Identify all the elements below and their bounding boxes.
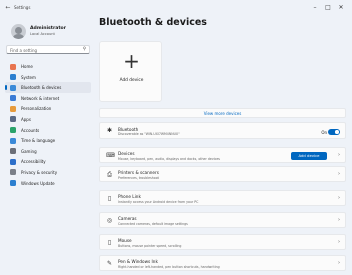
bluetooth-card: ✱ Bluetooth Discoverable as "WIN-UXI7WM4… [99,122,346,139]
search-input[interactable]: Find a setting ⚲ [6,45,90,54]
sidebar-item-system[interactable]: System [5,72,91,83]
sidebar-item-apps[interactable]: Apps [5,114,91,125]
profile-name: Administrator [30,26,66,31]
user-profile[interactable]: Administrator Local Account [11,24,91,40]
sidebar-item-label: System [21,74,36,80]
title-bar: ← Settings – □ ✕ [0,0,352,16]
mouse-card[interactable]: ▯ Mouse Buttons, mouse pointer speed, sc… [99,234,346,250]
sidebar-item-bluetooth-devices[interactable]: Bluetooth & devices [5,82,91,93]
sidebar-nav: Home System Bluetooth & devices Network & i… [5,61,91,188]
mouse-title: Mouse [118,238,132,243]
cameras-card[interactable]: ◎ Cameras Connected cameras, default ima… [99,212,346,228]
sidebar-item-label: Apps [21,116,31,122]
cameras-desc: Connected cameras, default image setting… [118,221,188,226]
camera-icon: ◎ [106,216,113,224]
add-device-tile[interactable]: + Add device [99,41,162,102]
chevron-right-icon: › [338,171,340,177]
pen-card[interactable]: ✎ Pen & Windows Ink Right-handed or left… [99,255,346,271]
bluetooth-state: On [321,129,327,135]
gamepad-icon [10,148,16,155]
app-title: Settings [14,5,31,10]
devices-card[interactable]: ⌨ Devices Mouse, keyboard, pen, audio, d… [99,147,346,163]
printer-icon: ⎙ [107,170,112,178]
profile-account-type: Local Account [30,32,55,36]
printers-title: Printers & scanners [118,170,159,175]
home-icon [10,63,16,70]
shield-icon [10,169,16,176]
search-icon: ⚲ [82,47,86,52]
bluetooth-toggle[interactable] [328,129,340,135]
pen-desc: Right-handed or left-handed, pen button … [118,264,220,269]
cameras-title: Cameras [118,216,137,221]
minimize-button[interactable]: – [310,3,320,12]
keyboard-icon: ⌨ [106,151,115,159]
sidebar-item-personalization[interactable]: Personalization [5,103,91,114]
pen-icon: ✎ [106,259,113,267]
sidebar-item-accounts[interactable]: Accounts [5,125,91,136]
phone-link-card[interactable]: ▯ Phone Link Instantly access your Andro… [99,190,346,206]
sidebar-item-label: Accounts [21,127,40,133]
sidebar-item-gaming[interactable]: Gaming [5,146,91,157]
avatar [11,24,26,39]
search-placeholder: Find a setting [10,47,38,53]
phone-link-desc: Instantly access your Android device fro… [118,199,199,204]
chevron-right-icon: › [338,217,340,223]
chevron-right-icon: › [338,195,340,201]
clock-globe-icon [10,137,16,144]
sidebar-item-windows-update[interactable]: Windows Update [5,178,91,189]
sidebar-item-network-internet[interactable]: Network & internet [5,93,91,104]
sidebar-item-home[interactable]: Home [5,61,91,72]
bluetooth-icon: ✱ [106,127,113,134]
phone-link-title: Phone Link [118,194,141,199]
sidebar-item-label: Time & language [21,138,56,144]
update-icon [10,180,16,187]
maximize-button[interactable]: □ [323,3,333,12]
sidebar-item-time-language[interactable]: Time & language [5,135,91,146]
sidebar-item-accessibility[interactable]: Accessibility [5,156,91,167]
plus-icon: + [123,49,140,73]
chevron-right-icon: › [338,152,340,158]
mouse-icon: ▯ [107,238,112,246]
accessibility-icon [10,158,16,165]
view-more-devices-link[interactable]: View more devices [99,108,346,118]
person-icon [10,127,16,134]
brush-icon [10,105,16,112]
back-arrow-icon[interactable]: ← [4,4,12,12]
pen-title: Pen & Windows Ink [118,259,158,264]
sidebar-item-label: Bluetooth & devices [21,85,62,91]
sidebar-item-label: Personalization [21,106,52,112]
printers-desc: Preferences, troubleshoot [118,175,159,180]
add-device-label: Add device [119,78,144,83]
sidebar-item-label: Gaming [21,148,37,154]
mouse-desc: Buttons, mouse pointer speed, scrolling [118,243,182,248]
wifi-icon [10,95,16,102]
apps-icon [10,116,16,123]
sidebar-item-label: Home [21,64,33,69]
devices-title: Devices [118,151,135,156]
chevron-right-icon: › [338,239,340,245]
sidebar-item-label: Accessibility [21,159,46,165]
chevron-right-icon: › [338,260,340,266]
close-button[interactable]: ✕ [336,3,346,12]
sidebar-item-label: Privacy & security [21,169,58,175]
bluetooth-devices-icon [10,84,16,91]
phone-icon: ▯ [107,194,112,202]
add-device-button[interactable]: Add device [291,151,327,160]
printers-card[interactable]: ⎙ Printers & scanners Preferences, troub… [99,166,346,182]
page-title: Bluetooth & devices [99,17,207,28]
bluetooth-desc: Discoverable as "WIN-UXI7WM4NNUX" [118,132,180,136]
bluetooth-title: Bluetooth [118,126,139,132]
sidebar-item-label: Windows Update [21,180,55,186]
monitor-icon [10,74,16,81]
sidebar-item-privacy-security[interactable]: Privacy & security [5,167,91,178]
devices-desc: Mouse, keyboard, pen, audio, displays an… [118,156,220,161]
sidebar-item-label: Network & internet [21,95,60,101]
